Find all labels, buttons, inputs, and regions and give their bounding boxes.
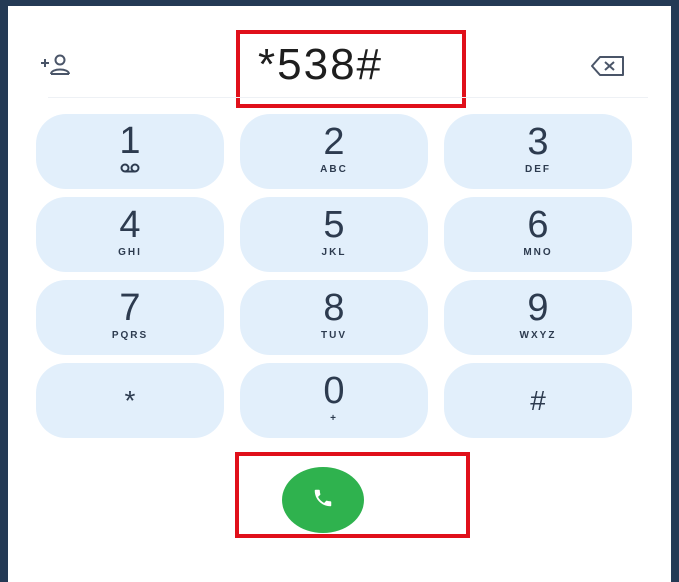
key-0[interactable]: 0 + xyxy=(240,363,428,438)
phone-icon xyxy=(312,487,334,514)
key-digit: 1 xyxy=(119,120,141,162)
key-digit: 4 xyxy=(119,204,141,246)
key-digit: 8 xyxy=(323,287,345,329)
key-letters: MNO xyxy=(523,247,553,258)
dialed-number: *538# xyxy=(258,40,384,89)
key-hash[interactable]: # xyxy=(444,363,632,438)
key-digit: 9 xyxy=(527,287,549,329)
key-3[interactable]: 3 DEF xyxy=(444,114,632,189)
key-letters: TUV xyxy=(321,330,347,341)
key-1[interactable]: 1 xyxy=(36,114,224,189)
key-7[interactable]: 7 PQRS xyxy=(36,280,224,355)
key-letters: JKL xyxy=(321,247,347,258)
voicemail-icon xyxy=(120,163,140,177)
divider xyxy=(48,97,648,98)
dialpad: 1 2 ABC 3 DEF 4 GHI 5 JKL 6 MNO 7 PQRS 8… xyxy=(36,114,640,438)
key-digit: # xyxy=(530,384,546,416)
call-button[interactable] xyxy=(282,467,364,533)
backspace-icon[interactable] xyxy=(586,51,630,81)
key-star[interactable]: * xyxy=(36,363,224,438)
dialer-header: *538# xyxy=(8,6,671,108)
key-4[interactable]: 4 GHI xyxy=(36,197,224,272)
dialer-screen: *538# 1 2 ABC 3 DEF 4 GHI 5 JKL 6 MNO 7 … xyxy=(0,0,679,582)
key-digit: 7 xyxy=(119,287,141,329)
key-8[interactable]: 8 TUV xyxy=(240,280,428,355)
key-digit: * xyxy=(124,384,136,416)
add-contact-icon[interactable] xyxy=(36,50,76,80)
key-letters: WXYZ xyxy=(519,330,557,341)
key-5[interactable]: 5 JKL xyxy=(240,197,428,272)
key-9[interactable]: 9 WXYZ xyxy=(444,280,632,355)
key-letters: DEF xyxy=(525,164,551,175)
key-letters: ABC xyxy=(320,164,348,175)
key-letters: GHI xyxy=(118,247,142,258)
key-digit: 6 xyxy=(527,204,549,246)
key-2[interactable]: 2 ABC xyxy=(240,114,428,189)
key-digit: 2 xyxy=(323,121,345,163)
key-digit: 5 xyxy=(323,204,345,246)
key-digit: 0 xyxy=(323,370,345,412)
key-letters: PQRS xyxy=(111,330,149,341)
key-letters: + xyxy=(330,413,338,424)
key-digit: 3 xyxy=(527,121,549,163)
key-6[interactable]: 6 MNO xyxy=(444,197,632,272)
